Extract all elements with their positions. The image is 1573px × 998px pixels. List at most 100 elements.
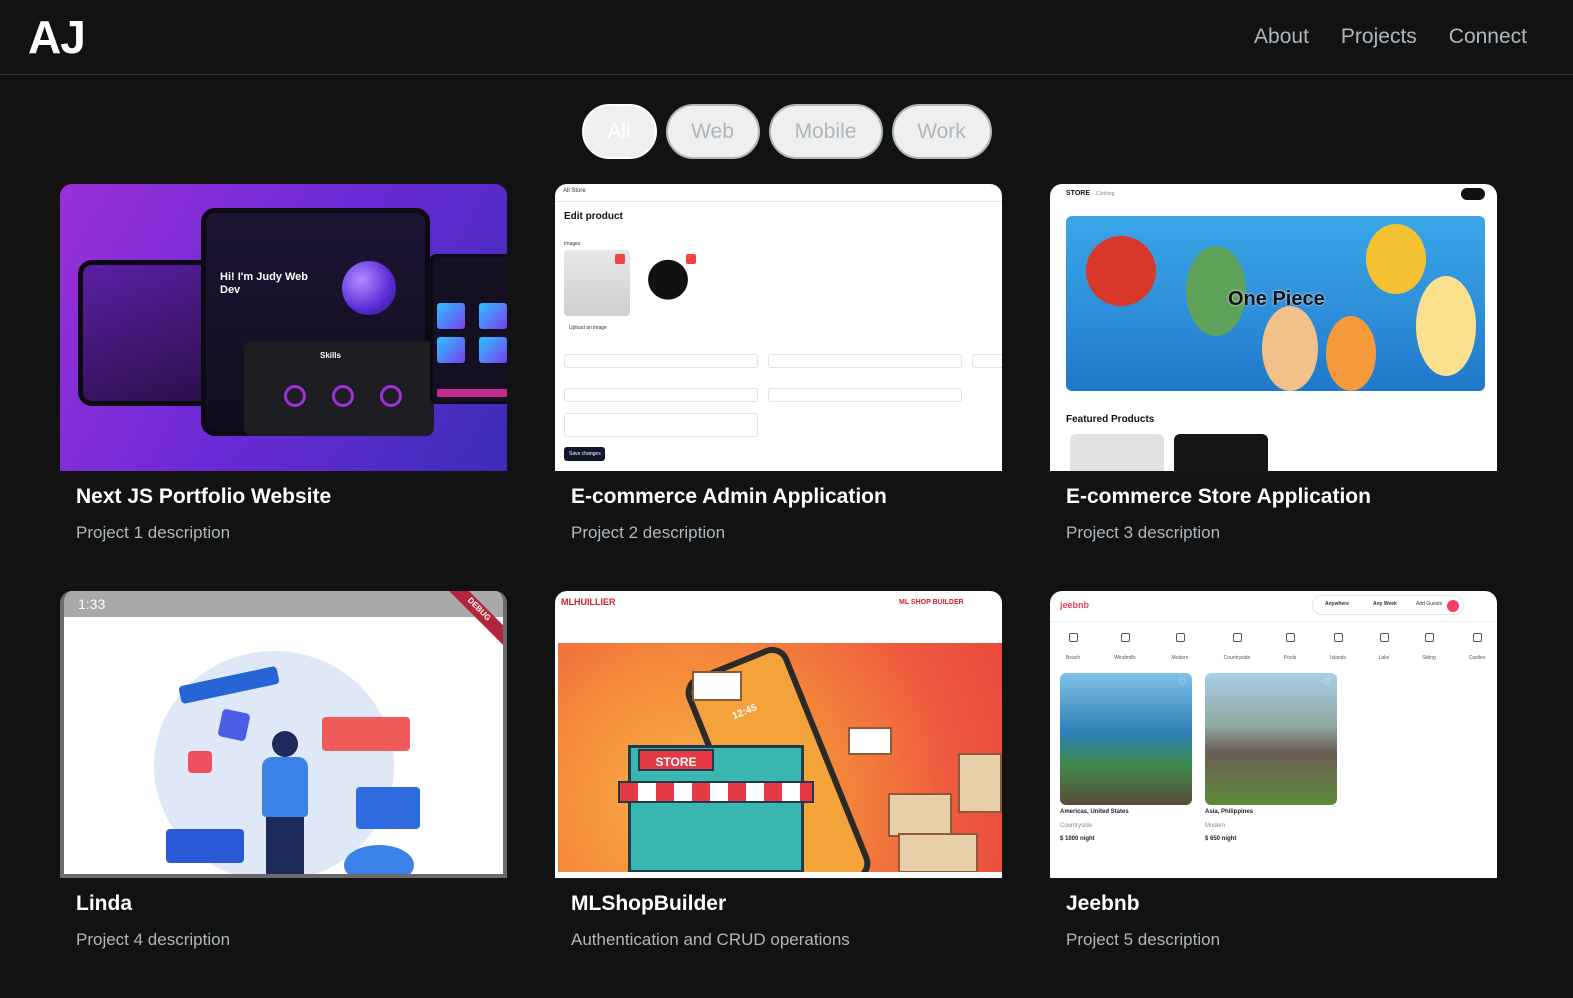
character-figure [1416,276,1476,376]
category-item: Islands [1323,633,1353,664]
mockup-screen [430,254,507,404]
site-logo[interactable]: AJ [28,10,86,64]
project-description: Project 1 description [76,523,231,542]
listing-location: Americas, United States [1060,809,1129,815]
character-figure [1366,224,1426,294]
project-card[interactable]: All Store Edit product Images Upload an … [555,184,1002,591]
project-title: E-commerce Admin Application [571,485,887,508]
person-illustration [256,731,312,874]
mockup-store-logo: STORE [1066,190,1090,197]
category-item: Countryside [1220,633,1254,664]
filter-tab-mobile[interactable]: Mobile [768,104,883,159]
project-card[interactable]: Hi! I'm Judy Web Dev Skills Next JS Port… [60,184,507,591]
project-title: E-commerce Store Application [1066,485,1371,508]
project-description: Authentication and CRUD operations [571,930,850,949]
project-card[interactable]: jeebnb Anywhere Any Week Add Guests Beac… [1050,591,1497,998]
listing-category: Countryside [1060,823,1093,829]
delete-icon [615,254,625,264]
chat-bubble-illustration [166,829,244,863]
mockup-input [768,354,962,368]
listing-price: $ 1000 night [1060,836,1095,842]
category-item: Windmills [1110,633,1140,664]
listing-image[interactable]: ♡ [1205,673,1337,805]
nav-link-connect[interactable]: Connect [1449,25,1527,49]
mockup-accent-bar [437,389,507,397]
category-item: Castles [1462,633,1492,664]
modern-icon [1175,633,1185,642]
listing-category: Modern [1205,823,1226,829]
dollar-icon [217,708,251,742]
listing-location: Asia, Philippines [1205,809,1254,815]
character-figure [1326,316,1376,391]
countryside-icon [1232,633,1242,642]
mockup-heading: Edit product [564,211,623,222]
phone-clock: 12:45 [730,702,759,723]
listing-price: $ 650 night [1205,836,1237,842]
heart-icon[interactable]: ♡ [1178,677,1186,688]
mlhuillier-logo: MLHUILLIER [561,597,616,607]
cart-bubble [692,671,742,701]
nav-link-projects[interactable]: Projects [1341,25,1417,49]
character-figure [1086,236,1156,306]
project-title: MLShopBuilder [571,892,727,915]
project-card[interactable]: 1:33 DEBUG Linda Project 4 description [60,591,507,998]
project-card[interactable]: MLHUILLIER ML SHOP BUILDER 12:45 STORE M… [555,591,1002,998]
package-box [898,833,978,873]
filter-tab-work[interactable]: Work [891,104,992,159]
castle-icon [1472,633,1482,642]
search-icon [1447,600,1459,612]
project-description: Project 2 description [571,523,726,542]
shop-builder-hero-image: 12:45 STORE [558,643,1002,873]
package-box [888,793,952,837]
pool-icon [1285,633,1295,642]
message-bubble-illustration [322,717,410,751]
delete-icon [686,254,696,264]
project-grid: Hi! I'm Judy Web Dev Skills Next JS Port… [60,184,1497,998]
filter-tab-web[interactable]: Web [665,104,760,159]
category-item: Skiing [1414,633,1444,664]
navbar: AJ About Projects Connect [0,0,1573,75]
project-thumbnail[interactable]: jeebnb Anywhere Any Week Add Guests Beac… [1050,591,1497,878]
project-title: Linda [76,892,132,915]
project-thumbnail[interactable]: All Store Edit product Images Upload an … [555,184,1002,471]
mockup-project-tile [437,337,465,363]
mockup-search-bar: Anywhere Any Week Add Guests [1312,595,1464,615]
project-thumbnail[interactable]: Hi! I'm Judy Web Dev Skills [60,184,507,471]
project-thumbnail[interactable]: STORE Clothing One Piece Featured Produc… [1050,184,1497,471]
category-label: Windmills [1114,655,1136,661]
category-item: Beach [1058,633,1088,664]
skill-ring-icon [284,385,306,407]
project-thumbnail[interactable]: 1:33 DEBUG [60,591,507,878]
project-title: Jeebnb [1066,892,1140,915]
character-figure [1262,306,1318,391]
rating-stars-bubble [848,727,892,755]
illustration-shape [344,845,414,874]
project-card[interactable]: STORE Clothing One Piece Featured Produc… [1050,184,1497,591]
store-sign: STORE [638,749,714,771]
listing-image[interactable]: ♡ [1060,673,1192,805]
divider [1050,621,1497,622]
product-image [1174,434,1268,471]
mockup-project-tile [479,337,507,363]
search-any-week: Any Week [1373,601,1397,607]
project-card-body: Jeebnb Project 5 description [1050,878,1497,964]
person-legs [266,817,304,874]
featured-products-heading: Featured Products [1066,414,1155,425]
skill-ring-icon [332,385,354,407]
nav-link-about[interactable]: About [1254,25,1309,49]
category-label: Lake [1378,655,1390,661]
project-description: Project 5 description [1066,930,1221,949]
project-thumbnail[interactable]: MLHUILLIER ML SHOP BUILDER 12:45 STORE [555,591,1002,878]
mockup-screen [78,260,218,406]
banner-title: One Piece [1228,288,1325,310]
store-awning [618,781,814,803]
mockup-project-tile [437,303,465,329]
phone-status-bar: 1:33 [64,591,503,617]
document-illustration [356,787,420,829]
person-head [272,731,298,757]
astronaut-image [342,261,396,315]
filter-tab-all[interactable]: All [581,104,657,159]
status-time: 1:33 [78,596,106,612]
project-card-body: E-commerce Admin Application Project 2 d… [555,471,1002,557]
heart-icon[interactable]: ♡ [1323,677,1331,688]
